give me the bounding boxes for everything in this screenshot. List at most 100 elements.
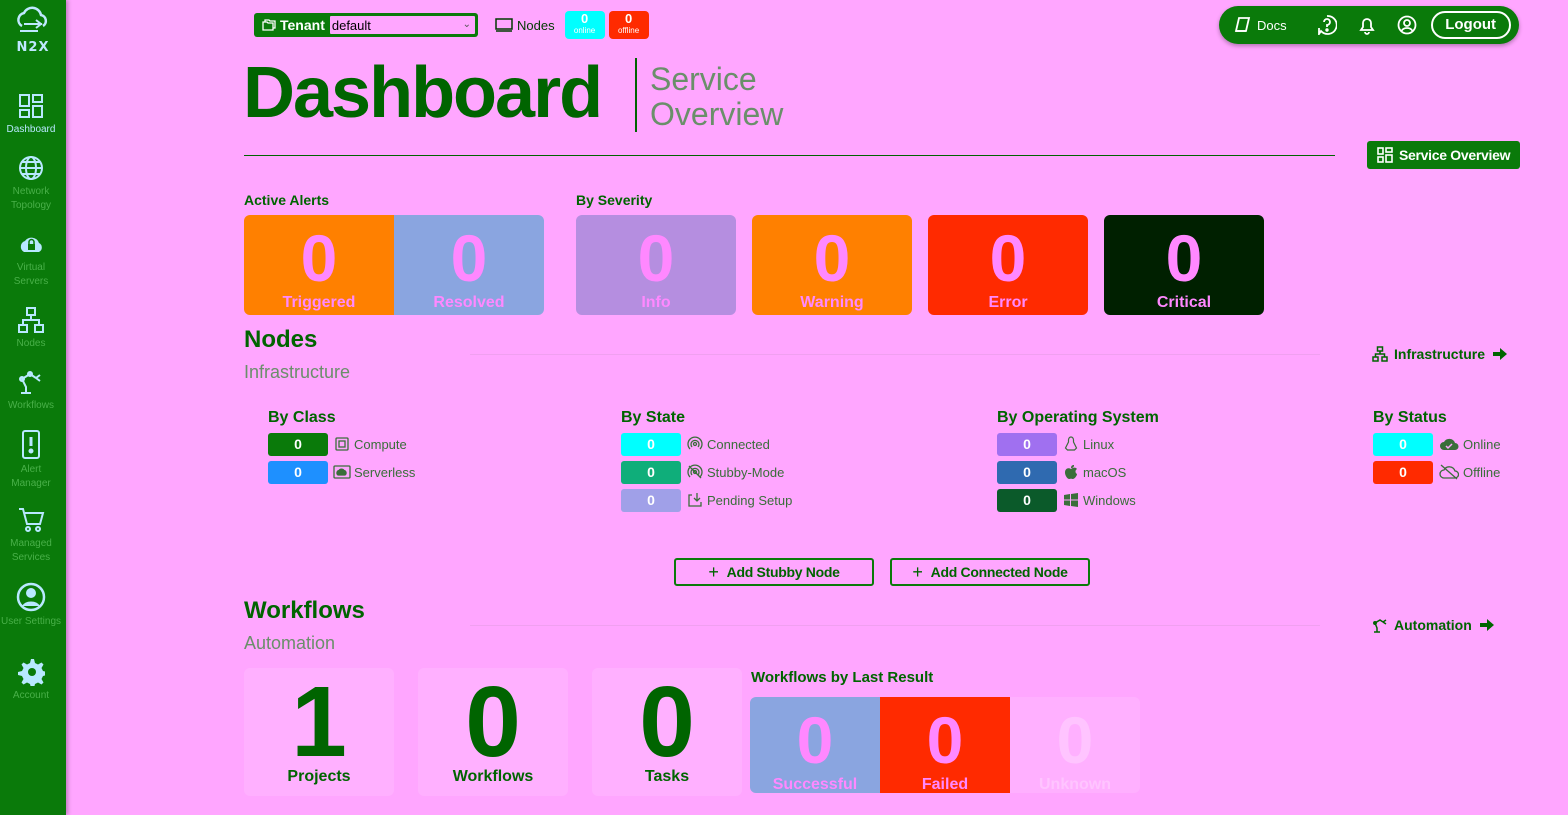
page-subtitle: Service Overview	[650, 62, 783, 132]
resolved-alerts-card[interactable]: 0 Resolved	[394, 215, 544, 315]
pending-setup-count: 0	[621, 488, 681, 512]
by-state-title: By State	[621, 409, 686, 426]
macos-label: macOS	[1083, 464, 1127, 480]
page-title: Dashboard	[243, 53, 603, 133]
sidebar-item-alert-manager[interactable]: Alert Manager	[0, 430, 62, 491]
list-item[interactable]: 0 Connected	[621, 432, 792, 456]
add-connected-label: Add Connected Node	[930, 564, 1068, 580]
macos-count: 0	[997, 460, 1057, 484]
tenant-label: Tenant	[280, 17, 325, 33]
add-connected-node-button[interactable]: + Add Connected Node	[890, 558, 1090, 586]
info-value: 0	[637, 221, 675, 295]
sidebar-item-label: Network Topology	[10, 186, 52, 211]
add-stubby-node-button[interactable]: + Add Stubby Node	[674, 558, 874, 586]
logo-text: N2X	[16, 40, 50, 55]
automation-link[interactable]: Automation	[1372, 617, 1500, 633]
sidebar-item-label: Alert Manager	[11, 464, 51, 489]
triggered-alerts-card[interactable]: 0 Triggered	[244, 215, 394, 315]
sidebar-item-virtual-servers[interactable]: Virtual Servers	[0, 232, 62, 289]
workflows-divider	[470, 625, 1320, 626]
nodes-section-title: Nodes	[244, 326, 318, 353]
sidebar-item-label: Managed Services	[10, 538, 52, 563]
failed-result-card[interactable]: 0 Failed	[880, 697, 1010, 793]
list-item[interactable]: 0 Serverless	[268, 460, 415, 484]
serverless-cloud-icon	[333, 463, 351, 481]
workflows-count-card[interactable]: 0 Workflows	[418, 672, 568, 786]
successful-result-card[interactable]: 0 Successful	[750, 697, 880, 793]
list-item[interactable]: 0 Linux	[997, 432, 1159, 456]
sidebar-item-label: Workflows	[8, 400, 54, 411]
sidebar-item-nodes[interactable]: Nodes	[0, 306, 62, 351]
sidebar-item-label: User Settings	[0, 616, 62, 627]
warning-severity-card[interactable]: 0 Warning	[752, 215, 912, 315]
user-circle-icon[interactable]	[1397, 15, 1417, 35]
unknown-result-card[interactable]: 0 Unknown	[1010, 697, 1140, 793]
folders-icon	[262, 19, 276, 31]
tenant-value: default	[331, 17, 371, 33]
subtitle-line2: Overview	[650, 96, 784, 132]
critical-severity-card[interactable]: 0 Critical	[1104, 215, 1264, 315]
infrastructure-link[interactable]: Infrastructure	[1372, 346, 1513, 362]
serverless-label: Serverless	[354, 464, 416, 480]
tenant-selector: Tenant default ⌄	[254, 13, 478, 37]
list-item[interactable]: 0 Windows	[997, 488, 1159, 512]
sidebar-item-workflows[interactable]: Workflows	[0, 368, 62, 413]
service-overview-button[interactable]: Service Overview	[1367, 141, 1520, 169]
offline-count-badge[interactable]: 0 offline	[608, 11, 649, 39]
by-status-title: By Status	[1373, 409, 1447, 426]
connected-count: 0	[621, 432, 681, 456]
tasks-card[interactable]: 0 Tasks	[592, 672, 742, 786]
unknown-value: 0	[1056, 703, 1094, 777]
arrow-right-icon	[1493, 348, 1508, 360]
successful-value: 0	[796, 703, 834, 777]
active-alerts-label: Active Alerts	[244, 192, 330, 208]
resolved-label: Resolved	[433, 294, 505, 311]
nodes-by-os: By Operating System 0 Linux 0 macOS 0 Wi…	[997, 409, 1159, 516]
nodes-section-subtitle: Infrastructure	[244, 362, 351, 382]
compute-count: 0	[268, 432, 328, 456]
offline-status-label: Offline	[1463, 464, 1501, 480]
list-item[interactable]: 0 Online	[1373, 432, 1501, 456]
sidebar-item-user-settings[interactable]: User Settings	[0, 582, 62, 629]
list-item[interactable]: 0 macOS	[997, 460, 1159, 484]
sidebar-item-label: Virtual Servers	[13, 262, 49, 287]
tasks-value: 0	[639, 666, 695, 778]
error-severity-card[interactable]: 0 Error	[928, 215, 1088, 315]
workflows-section-title: Workflows	[244, 597, 365, 624]
docs-link[interactable]: Docs	[1233, 16, 1287, 34]
plus-icon: +	[912, 562, 923, 582]
robot-arm-icon	[19, 371, 41, 394]
cart-icon	[19, 508, 45, 532]
brand-logo[interactable]: N2X	[4, 4, 60, 55]
help-icon[interactable]	[1317, 15, 1337, 35]
online-count: 0	[580, 11, 589, 26]
list-item[interactable]: 0 Pending Setup	[621, 488, 792, 512]
user-toolbar: Docs Logout	[1219, 6, 1519, 44]
user-icon	[16, 582, 46, 612]
logout-button[interactable]: Logout	[1430, 11, 1511, 39]
gear-icon	[18, 659, 45, 686]
workflows-section-subtitle: Automation	[244, 633, 336, 653]
monitor-icon	[495, 18, 513, 32]
online-count-badge[interactable]: 0 online	[564, 11, 605, 39]
list-item[interactable]: 0 Stubby-Mode	[621, 460, 792, 484]
workflows-label: Workflows	[452, 768, 534, 785]
sidebar-item-managed-services[interactable]: Managed Services	[0, 506, 62, 565]
sidebar-item-account[interactable]: Account	[0, 658, 62, 703]
list-item[interactable]: 0 Compute	[268, 432, 415, 456]
nodes-by-class: By Class 0 Compute 0 Serverless	[268, 409, 415, 488]
projects-card[interactable]: 1 Projects	[244, 672, 394, 786]
bell-icon[interactable]	[1357, 15, 1377, 35]
offline-count: 0	[624, 11, 633, 26]
sidebar-item-network-topology[interactable]: Network Topology	[0, 154, 62, 213]
alert-phone-icon	[22, 430, 40, 459]
projects-value: 1	[291, 666, 347, 778]
list-item[interactable]: 0 Offline	[1373, 460, 1501, 484]
add-stubby-label: Add Stubby Node	[726, 564, 840, 580]
nodes-icon	[18, 307, 44, 333]
tenant-dropdown[interactable]: default ⌄	[328, 15, 476, 35]
sidebar-item-dashboard[interactable]: Dashboard	[0, 92, 62, 137]
info-severity-card[interactable]: 0 Info	[576, 215, 736, 315]
online-status-label: Online	[1463, 436, 1501, 452]
sidebar-item-label: Account	[12, 690, 50, 701]
